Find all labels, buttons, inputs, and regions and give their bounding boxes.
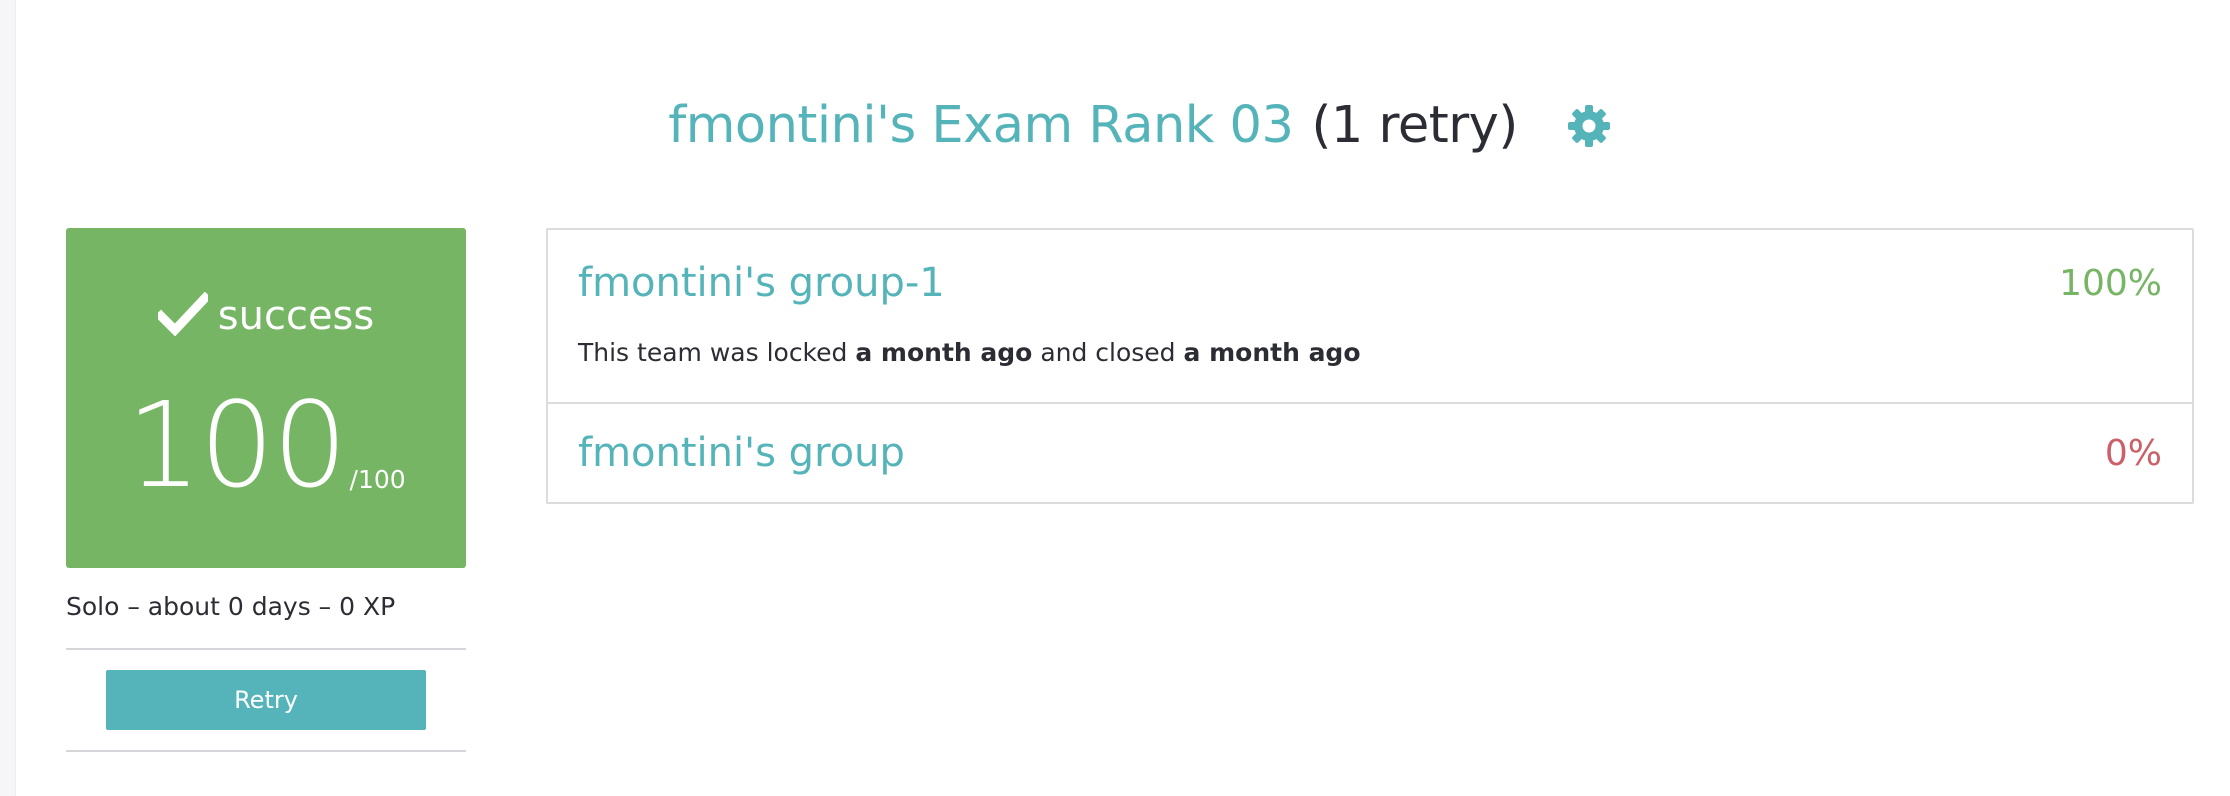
project-title: fmontini's Exam Rank 03 — [668, 96, 1294, 155]
divider-top — [66, 648, 466, 650]
info-prefix: This team was locked — [578, 338, 848, 367]
score-value: 100 — [126, 376, 347, 514]
status-line: success — [66, 292, 466, 336]
status-label: success — [217, 293, 375, 339]
groups-list: fmontini's group-1 100% This team was lo… — [546, 228, 2194, 504]
group-name-link[interactable]: fmontini's group-1 — [578, 260, 945, 306]
group-info: This team was locked a month ago and clo… — [578, 338, 2162, 367]
page-title: fmontini's Exam Rank 03 (1 retry) — [668, 96, 1612, 155]
group-item: fmontini's group 0% — [548, 402, 2192, 502]
group-item: fmontini's group-1 100% This team was lo… — [548, 230, 2192, 402]
score-card: success 100 /100 — [66, 228, 466, 568]
checkmark-icon — [157, 292, 208, 336]
project-meta: Solo – about 0 days – 0 XP — [66, 592, 396, 621]
group-percent: 100% — [2059, 262, 2162, 304]
group-header: fmontini's group-1 100% — [578, 230, 2162, 306]
group-percent: 0% — [2104, 432, 2162, 474]
group-name-link[interactable]: fmontini's group — [578, 430, 905, 476]
retry-count: (1 retry) — [1311, 96, 1518, 155]
closed-time: a month ago — [1183, 338, 1361, 367]
retry-button[interactable]: Retry — [106, 670, 426, 730]
score-max: /100 — [349, 465, 406, 494]
score-display: 100 /100 — [66, 386, 466, 504]
page-header: fmontini's Exam Rank 03 (1 retry) — [0, 88, 2230, 163]
info-middle: and closed — [1040, 338, 1176, 367]
group-header: fmontini's group 0% — [578, 404, 2162, 476]
divider-bottom — [66, 750, 466, 752]
locked-time: a month ago — [855, 338, 1033, 367]
gear-icon[interactable] — [1566, 103, 1612, 149]
